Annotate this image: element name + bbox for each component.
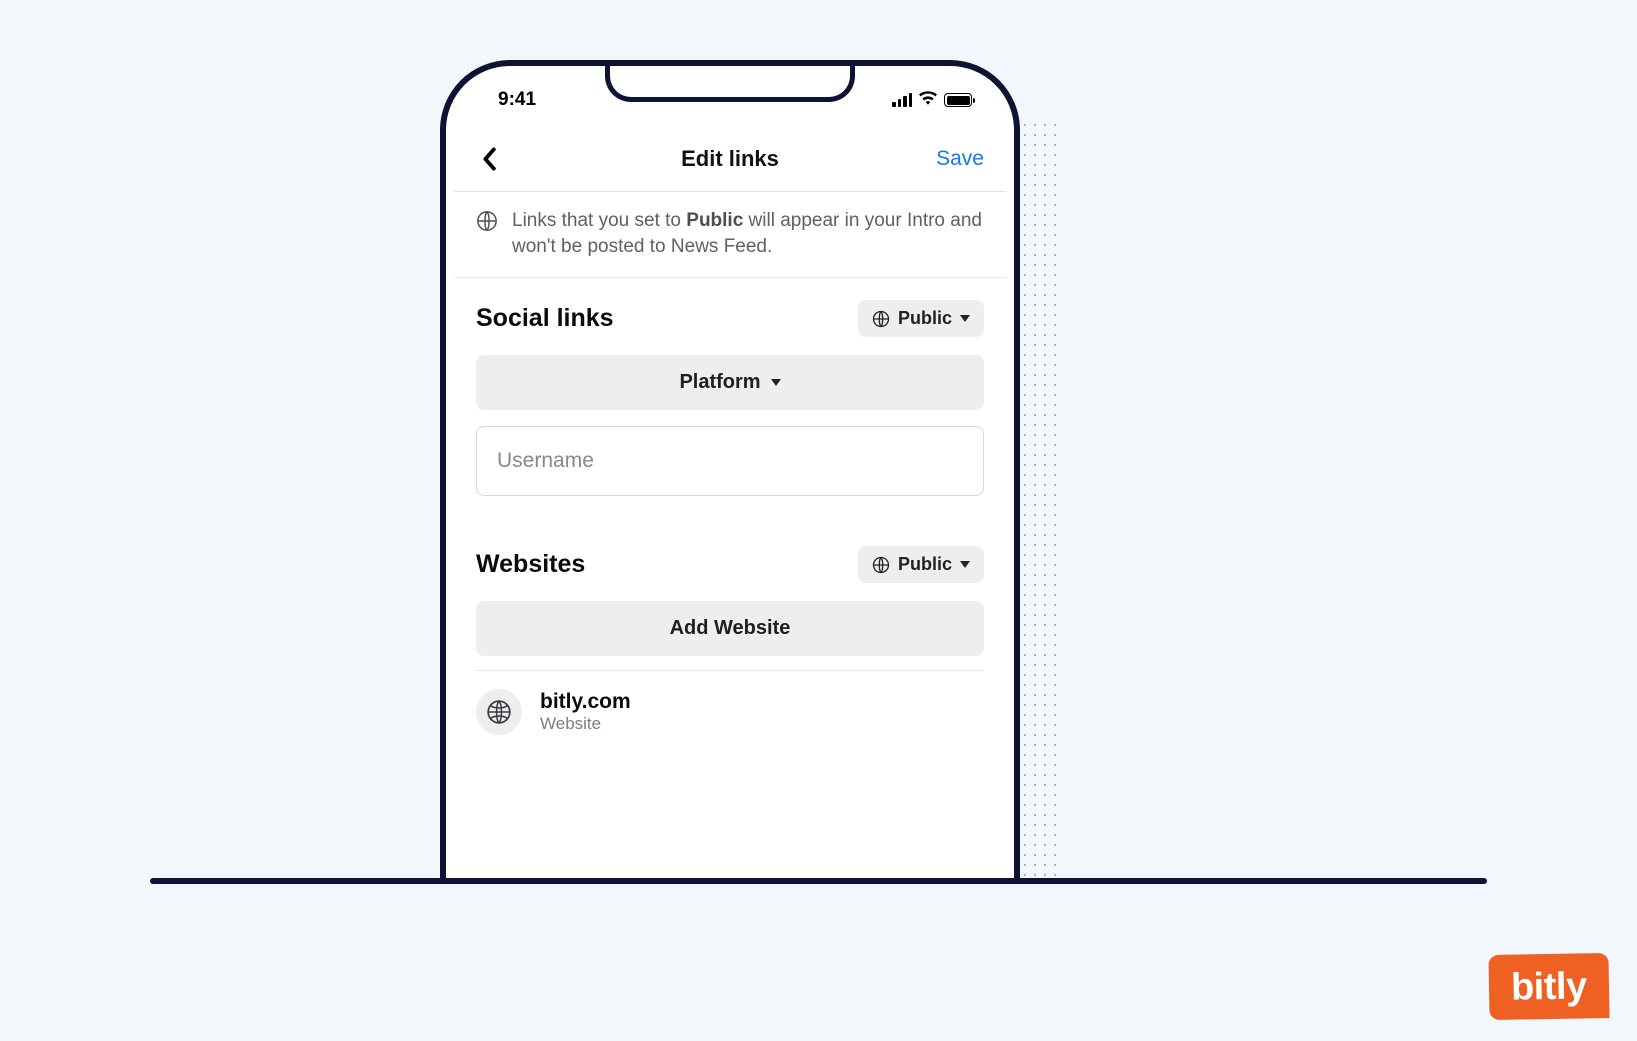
status-icons bbox=[892, 91, 976, 109]
social-links-heading: Social links bbox=[476, 304, 614, 333]
websites-section: Websites Public Add Website bbox=[454, 496, 1006, 735]
navigation-bar: Edit links Save bbox=[454, 126, 1006, 192]
bitly-logo: bitly bbox=[1489, 953, 1610, 1020]
globe-icon bbox=[476, 210, 498, 232]
social-privacy-label: Public bbox=[898, 308, 952, 329]
wifi-icon bbox=[919, 91, 937, 109]
website-url: bitly.com bbox=[540, 690, 631, 714]
websites-privacy-selector[interactable]: Public bbox=[858, 546, 984, 583]
phone-frame: 9:41 Edit links Save bbox=[440, 60, 1020, 880]
ground-line bbox=[150, 878, 1487, 884]
caret-down-icon bbox=[771, 379, 781, 386]
websites-heading: Websites bbox=[476, 550, 585, 579]
phone-notch bbox=[605, 66, 855, 102]
website-icon bbox=[476, 689, 522, 735]
back-button[interactable] bbox=[474, 144, 504, 174]
chevron-left-icon bbox=[481, 147, 497, 171]
battery-icon bbox=[944, 93, 972, 107]
websites-privacy-label: Public bbox=[898, 554, 952, 575]
caret-down-icon bbox=[960, 315, 970, 322]
globe-icon bbox=[486, 699, 512, 725]
globe-icon bbox=[872, 310, 890, 328]
info-banner: Links that you set to Public will appear… bbox=[454, 192, 1006, 278]
website-row[interactable]: bitly.com Website bbox=[476, 670, 984, 735]
platform-selector-label: Platform bbox=[679, 371, 760, 394]
username-input[interactable] bbox=[476, 426, 984, 496]
social-privacy-selector[interactable]: Public bbox=[858, 300, 984, 337]
caret-down-icon bbox=[960, 561, 970, 568]
cellular-icon bbox=[892, 93, 912, 107]
globe-icon bbox=[872, 556, 890, 574]
add-website-button[interactable]: Add Website bbox=[476, 601, 984, 656]
info-banner-text: Links that you set to Public will appear… bbox=[512, 208, 984, 259]
platform-selector[interactable]: Platform bbox=[476, 355, 984, 410]
page-title: Edit links bbox=[681, 146, 779, 172]
website-type: Website bbox=[540, 714, 631, 734]
social-links-section: Social links Public Platform bbox=[454, 278, 1006, 496]
status-time: 9:41 bbox=[484, 89, 536, 111]
save-button[interactable]: Save bbox=[936, 147, 984, 171]
add-website-label: Add Website bbox=[670, 617, 791, 640]
